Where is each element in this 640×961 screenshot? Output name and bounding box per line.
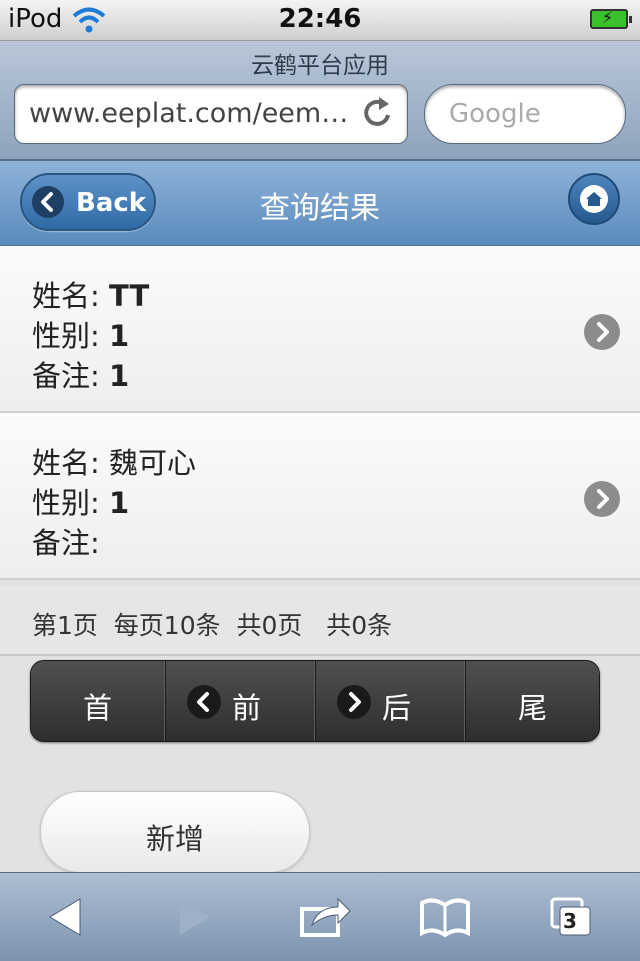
browser-toolbar: 3 <box>0 872 640 961</box>
first-page-button[interactable]: 首 <box>31 661 166 741</box>
item-fields: 姓名: TT 性别: 1 备注: 1 <box>32 276 149 396</box>
name-value: 魏可心 <box>109 446 197 480</box>
list-item[interactable]: 姓名: TT 性别: 1 备注: 1 <box>0 246 640 413</box>
chevron-right-icon <box>337 685 371 719</box>
last-page-label: 尾 <box>518 691 548 725</box>
battery-icon: ⚡ <box>590 8 632 29</box>
home-icon <box>580 185 608 213</box>
forward-arrow-icon[interactable] <box>174 895 214 943</box>
chevron-right-icon[interactable] <box>584 314 620 350</box>
gender-value: 1 <box>109 486 130 520</box>
gender-label: 性别: <box>32 486 100 520</box>
search-placeholder: Google <box>449 99 541 129</box>
share-icon[interactable] <box>298 895 352 943</box>
item-fields: 姓名: 魏可心 性别: 1 备注: <box>32 443 196 563</box>
chevron-left-icon <box>187 685 221 719</box>
reload-icon[interactable] <box>361 95 395 135</box>
prev-page-label: 前 <box>232 691 262 725</box>
prev-page-button[interactable]: 前 <box>166 661 316 741</box>
gender-label: 性别: <box>32 319 100 353</box>
results-list: 姓名: TT 性别: 1 备注: 1 姓名: 魏可心 性别: 1 备注: <box>0 246 640 580</box>
name-label: 姓名: <box>32 279 100 313</box>
add-label: 新增 <box>145 822 204 856</box>
tab-count: 3 <box>563 909 577 933</box>
clock: 22:46 <box>278 4 362 34</box>
screen-title: 查询结果 <box>260 191 380 226</box>
next-page-label: 后 <box>382 691 412 725</box>
first-page-label: 首 <box>83 691 113 725</box>
note-value: 1 <box>109 359 130 393</box>
note-label: 备注: <box>32 526 100 560</box>
address-bar[interactable]: www.eeplat.com/eem… <box>14 84 408 144</box>
next-page-button[interactable]: 后 <box>316 661 466 741</box>
pager-controls: 首 前 后 尾 <box>30 660 600 742</box>
note-label: 备注: <box>32 359 100 393</box>
name-value: TT <box>109 279 150 313</box>
list-item[interactable]: 姓名: 魏可心 性别: 1 备注: <box>0 413 640 580</box>
pagination-text: 第1页 每页10条 共0页 共0条 <box>32 611 393 640</box>
app-header: Back 查询结果 <box>0 161 640 246</box>
back-arrow-icon[interactable] <box>46 895 86 943</box>
last-page-button[interactable]: 尾 <box>466 661 599 741</box>
pagination-info: 第1页 每页10条 共0页 共0条 <box>0 586 640 656</box>
chevron-right-icon[interactable] <box>584 481 620 517</box>
home-button[interactable] <box>568 173 620 225</box>
url-text[interactable]: www.eeplat.com/eem… <box>29 98 349 129</box>
browser-chrome: 云鹤平台应用 www.eeplat.com/eem… Google <box>0 41 640 161</box>
status-bar: iPod 22:46 ⚡ <box>0 0 640 41</box>
search-field[interactable]: Google <box>424 84 626 144</box>
add-button[interactable]: 新增 <box>40 791 310 873</box>
gender-value: 1 <box>109 319 130 353</box>
name-label: 姓名: <box>32 446 100 480</box>
bookmarks-icon[interactable] <box>418 895 472 943</box>
page-title: 云鹤平台应用 <box>251 53 389 79</box>
